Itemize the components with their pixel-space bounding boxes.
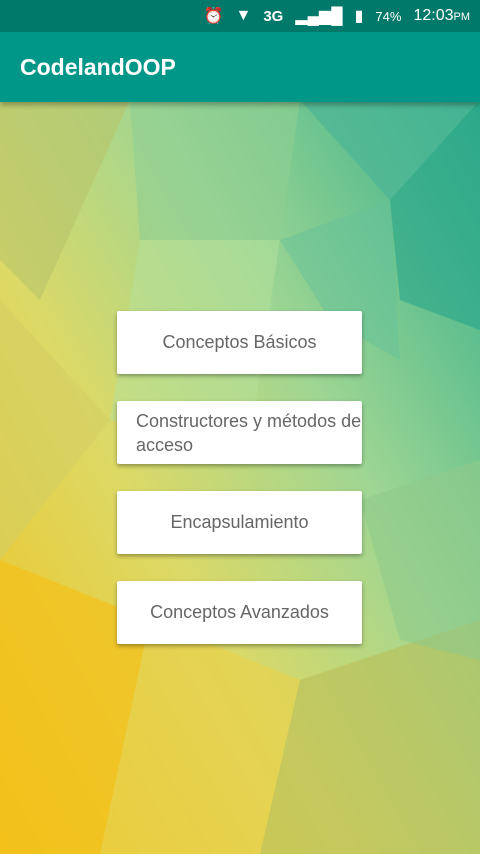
- app-title: CodelandOOP: [20, 53, 176, 80]
- clock-ampm: PM: [453, 11, 471, 23]
- clock-time: 12:03: [413, 7, 454, 24]
- constructores-button[interactable]: Constructores y métodos de acceso: [117, 401, 362, 464]
- app-bar: CodelandOOP: [0, 32, 480, 102]
- alarm-icon: ⏰: [203, 8, 224, 25]
- conceptos-basicos-button[interactable]: Conceptos Básicos: [117, 311, 362, 374]
- encapsulamiento-button[interactable]: Encapsulamiento: [117, 491, 362, 554]
- conceptos-avanzados-button[interactable]: Conceptos Avanzados: [117, 581, 362, 644]
- battery-percent: 74%: [375, 8, 402, 24]
- battery-icon: ▮: [354, 8, 364, 25]
- signal-icon: ▂▄▆█: [295, 8, 343, 25]
- clock: 12:03PM: [413, 7, 470, 25]
- status-bar: ⏰ ▼ 3G ▂▄▆█ ▮ 74% 12:03PM: [0, 0, 480, 32]
- wifi-icon: ▼: [235, 7, 252, 24]
- network-type: 3G: [263, 7, 284, 25]
